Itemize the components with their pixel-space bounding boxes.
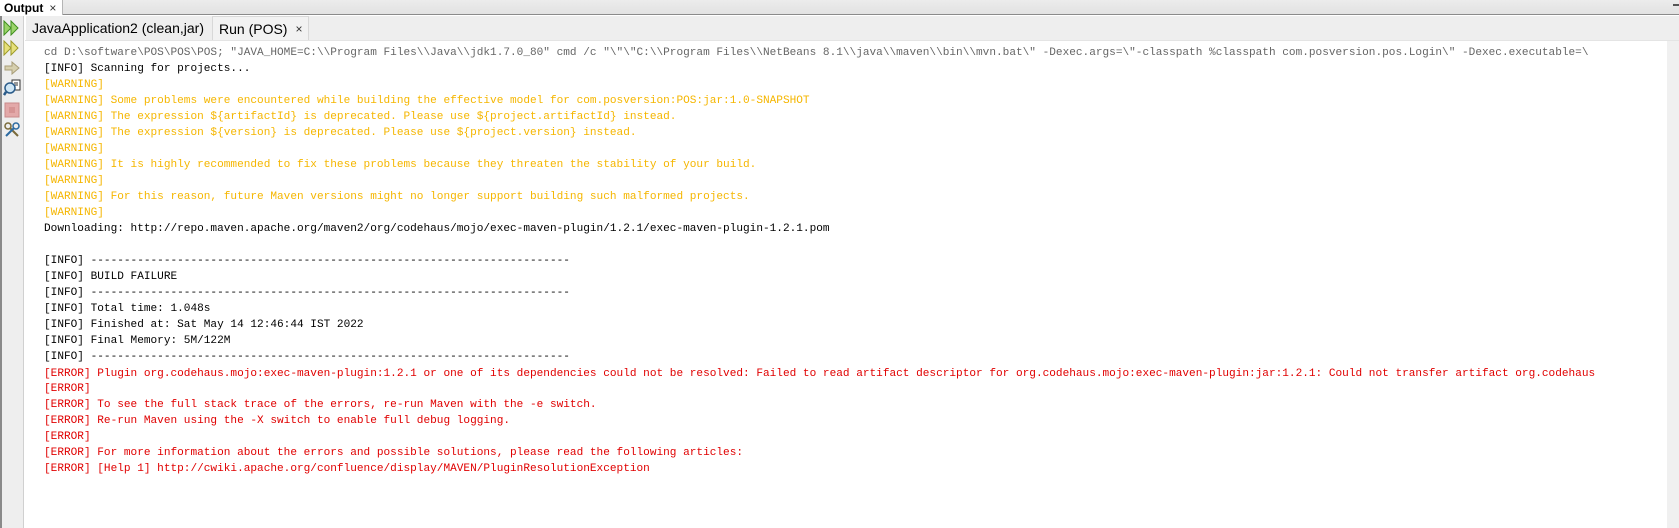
- output-line-text: [WARNING]: [44, 143, 104, 155]
- output-line-info: [INFO] Scanning for projects...: [44, 61, 1664, 77]
- output-line-info: [INFO] ---------------------------------…: [44, 285, 1664, 301]
- output-line-text: Downloading: http://repo.maven.apache.or…: [44, 223, 830, 235]
- output-line-text: [WARNING]: [44, 175, 104, 187]
- output-line-warn: [WARNING] Some problems were encountered…: [44, 93, 1664, 109]
- close-icon[interactable]: ×: [295, 22, 302, 36]
- output-line-error: [ERROR] Plugin org.codehaus.mojo:exec-ma…: [44, 365, 1664, 381]
- tab-label: Run (POS): [219, 20, 288, 37]
- output-line-text: [WARNING]: [44, 207, 104, 219]
- output-console[interactable]: cd D:\software\POS\POS\POS; "JAVA_HOME=C…: [25, 40, 1679, 528]
- output-line-text: [ERROR]: [44, 431, 91, 443]
- output-line-error: [ERROR]: [44, 429, 1664, 445]
- output-line-error: [ERROR] To see the full stack trace of t…: [44, 397, 1664, 413]
- output-line-text: [INFO] Total time: 1.048s: [44, 303, 211, 315]
- output-line-cmd: cd D:\software\POS\POS\POS; "JAVA_HOME=C…: [44, 45, 1664, 61]
- output-line-text: [ERROR] To see the full stack trace of t…: [44, 399, 597, 411]
- output-line-text: [WARNING] Some problems were encountered…: [44, 95, 810, 107]
- output-panel-header: Output ×: [0, 0, 1679, 15]
- rerun-icon[interactable]: [2, 18, 22, 38]
- output-line-info: [INFO] ---------------------------------…: [44, 253, 1664, 269]
- output-line-text: [INFO] Finished at: Sat May 14 12:46:44 …: [44, 319, 364, 331]
- vertical-scrollbar[interactable]: [1667, 41, 1679, 528]
- output-lines: cd D:\software\POS\POS\POS; "JAVA_HOME=C…: [44, 45, 1664, 477]
- output-line-error: [ERROR] Re-run Maven using the -X switch…: [44, 413, 1664, 429]
- panel-left-border: [0, 16, 2, 528]
- output-line-info: [INFO] BUILD FAILURE: [44, 269, 1664, 285]
- output-line-text: [WARNING]: [44, 79, 104, 91]
- tab-run-pos[interactable]: Run (POS) ×: [212, 16, 310, 40]
- close-icon[interactable]: ×: [49, 1, 56, 15]
- output-line-text: [INFO] BUILD FAILURE: [44, 271, 178, 283]
- output-line-warn: [WARNING]: [44, 173, 1664, 189]
- rerun-with-goals-icon[interactable]: [2, 38, 22, 58]
- settings-icon[interactable]: [2, 120, 22, 140]
- minimize-icon[interactable]: [1673, 4, 1679, 6]
- output-line-error: [ERROR] [Help 1] http://cwiki.apache.org…: [44, 461, 1664, 477]
- output-line-text: [WARNING] The expression ${artifactId} i…: [44, 111, 677, 123]
- output-line-text: [ERROR] For more information about the e…: [44, 447, 744, 459]
- output-line-text: [ERROR] Plugin org.codehaus.mojo:exec-ma…: [44, 368, 1596, 380]
- output-line-error: [ERROR]: [44, 381, 1664, 397]
- output-line-warn: [WARNING]: [44, 141, 1664, 157]
- resume-icon[interactable]: [2, 58, 22, 78]
- output-line-info: [INFO] Final Memory: 5M/122M: [44, 333, 1664, 349]
- output-line-warn: [WARNING] The expression ${artifactId} i…: [44, 109, 1664, 125]
- tab-javaapplication2[interactable]: JavaApplication2 (clean,jar) ×: [26, 16, 225, 40]
- output-line-text: [INFO] ---------------------------------…: [44, 351, 570, 363]
- output-toolbar: [0, 16, 24, 528]
- output-line-text: [ERROR]: [44, 383, 91, 395]
- output-line-info: [INFO] Total time: 1.048s: [44, 301, 1664, 317]
- output-line-info: [INFO] Finished at: Sat May 14 12:46:44 …: [44, 317, 1664, 333]
- stop-icon[interactable]: [2, 100, 22, 120]
- output-tabs: JavaApplication2 (clean,jar) × Run (POS)…: [26, 16, 1679, 40]
- output-line-info[interactable]: Downloading: http://repo.maven.apache.or…: [44, 221, 1664, 237]
- output-line-text: cd D:\software\POS\POS\POS; "JAVA_HOME=C…: [44, 47, 1589, 59]
- output-line-warn: [WARNING] The expression ${version} is d…: [44, 125, 1664, 141]
- tab-label: JavaApplication2 (clean,jar): [32, 20, 204, 36]
- output-line-info: [INFO] ---------------------------------…: [44, 349, 1664, 365]
- output-line-warn: [WARNING]: [44, 77, 1664, 93]
- output-line-text: [INFO] ---------------------------------…: [44, 287, 570, 299]
- output-line-warn: [WARNING] For this reason, future Maven …: [44, 189, 1664, 205]
- output-line-text: [ERROR] [Help 1] http://cwiki.apache.org…: [44, 463, 650, 475]
- inspect-icon[interactable]: [2, 78, 22, 98]
- output-line-text: [INFO] Scanning for projects...: [44, 63, 251, 75]
- output-line-text: [ERROR] Re-run Maven using the -X switch…: [44, 415, 511, 427]
- output-line-info: [44, 237, 1664, 253]
- output-line-warn: [WARNING]: [44, 205, 1664, 221]
- output-panel-title: Output: [4, 0, 44, 15]
- output-line-error: [ERROR] For more information about the e…: [44, 445, 1664, 461]
- output-line-text: [WARNING] It is highly recommended to fi…: [44, 159, 757, 171]
- output-line-warn: [WARNING] It is highly recommended to fi…: [44, 157, 1664, 173]
- output-line-text: [WARNING] For this reason, future Maven …: [44, 191, 750, 203]
- output-line-text: [WARNING] The expression ${version} is d…: [44, 127, 637, 139]
- output-line-text: [INFO] ---------------------------------…: [44, 255, 570, 267]
- output-panel-tab[interactable]: Output ×: [0, 0, 64, 15]
- output-line-text: [INFO] Final Memory: 5M/122M: [44, 335, 231, 347]
